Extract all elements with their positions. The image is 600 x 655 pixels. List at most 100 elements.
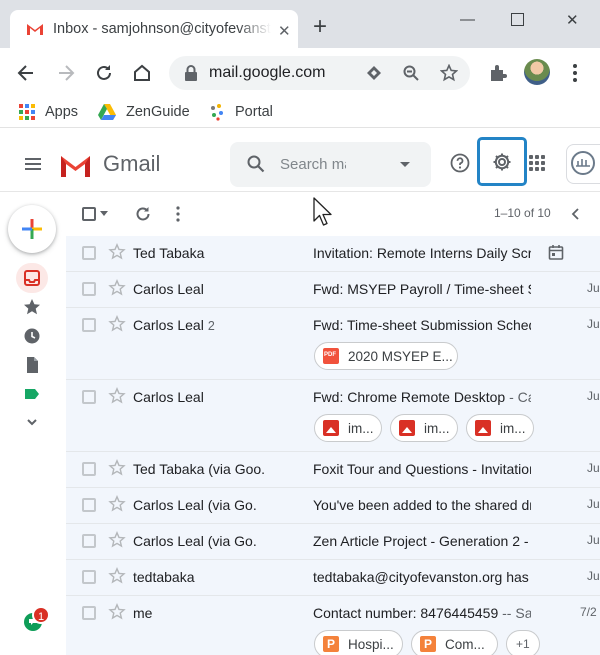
help-icon[interactable] (450, 153, 470, 173)
apps-grid-icon (19, 104, 35, 120)
sender-name: Carlos Leal (via Go. (133, 533, 257, 549)
mail-row[interactable]: Carlos Leal Fwd: Chrome Remote Desktop -… (66, 380, 600, 452)
minimize-icon[interactable]: — (460, 11, 475, 28)
snoozed-clock-icon[interactable] (22, 326, 42, 346)
nav-inbox[interactable] (16, 263, 48, 293)
mail-row[interactable]: Carlos Leal (via Go. Zen Article Project… (66, 524, 600, 560)
organization-logo[interactable] (566, 144, 600, 184)
forward-arrow-icon[interactable] (55, 62, 77, 84)
gmail-header: Gmail (0, 134, 600, 192)
mail-row[interactable]: Ted Tabaka Invitation: Remote Interns Da… (66, 236, 600, 272)
row-checkbox[interactable] (82, 498, 96, 512)
zoom-icon[interactable] (402, 64, 420, 82)
row-checkbox[interactable] (82, 534, 96, 548)
row-checkbox[interactable] (82, 390, 96, 404)
compose-plus-icon (22, 219, 42, 239)
bookmark-zenguide[interactable]: ZenGuide (97, 103, 190, 121)
bookmark-portal[interactable]: Portal (208, 103, 273, 121)
select-all-checkbox[interactable] (82, 207, 96, 221)
mail-row[interactable]: Carlos Leal (via Go. You've been added t… (66, 488, 600, 524)
star-icon[interactable] (108, 387, 126, 405)
subject-line: Zen Article Project - Generation 2 - In (313, 533, 531, 549)
refresh-icon[interactable] (134, 205, 152, 223)
older-chevron-left-icon[interactable] (571, 208, 581, 220)
mail-row[interactable]: me Contact number: 8476445459 -- Sam 7/2… (66, 596, 600, 655)
more-chevron-down-icon[interactable] (22, 412, 42, 432)
mail-list-toolbar: 1–10 of 10 (66, 192, 600, 236)
star-icon[interactable] (108, 495, 126, 513)
window-close-icon[interactable]: ✕ (566, 11, 579, 29)
mail-date: Ju (587, 281, 600, 295)
star-icon[interactable] (108, 459, 126, 477)
row-checkbox[interactable] (82, 606, 96, 620)
mail-row[interactable]: Carlos Leal 2 Fwd: Time-sheet Submission … (66, 308, 600, 380)
star-icon[interactable] (108, 603, 126, 621)
label-tag-icon[interactable] (22, 384, 42, 404)
address-bar[interactable]: mail.google.com (169, 56, 470, 90)
sender-name: Carlos Leal 2 (133, 317, 303, 333)
profile-avatar[interactable] (524, 59, 550, 85)
attachment-chips: 2020 MSYEP E... (314, 342, 458, 370)
row-checkbox[interactable] (82, 570, 96, 584)
bookmark-star-icon[interactable] (440, 64, 458, 82)
reload-icon[interactable] (93, 62, 115, 84)
row-checkbox[interactable] (82, 462, 96, 476)
subject-line: Fwd: MSYEP Payroll / Time-sheet Submissi… (313, 281, 531, 297)
new-tab-button[interactable]: + (313, 15, 327, 39)
more-options-icon[interactable] (175, 205, 181, 223)
gmail-logo-icon[interactable] (59, 153, 92, 178)
search-input[interactable] (280, 152, 346, 176)
subject-line: tedtabaka@cityofevanston.org has shared (313, 569, 531, 585)
calendar-icon[interactable] (548, 244, 564, 260)
search-options-caret-icon[interactable] (400, 162, 410, 167)
attachment-name: Com... (445, 636, 485, 652)
star-icon[interactable] (108, 279, 126, 297)
maximize-icon[interactable] (511, 13, 524, 26)
subject-line: Fwd: Chrome Remote Desktop - Carlos (313, 389, 531, 405)
row-checkbox[interactable] (82, 282, 96, 296)
mail-row[interactable]: tedtabaka tedtabaka@cityofevanston.org h… (66, 560, 600, 596)
more-attachments-chip[interactable]: +1 (506, 630, 540, 655)
star-icon[interactable] (108, 243, 126, 261)
lock-icon[interactable] (182, 64, 200, 82)
search-icon[interactable] (246, 154, 266, 174)
back-arrow-icon[interactable] (15, 62, 37, 84)
subject-text: Zen Article Project - Generation 2 - In (313, 533, 531, 549)
site-info-icon[interactable] (365, 64, 383, 82)
main-menu-icon[interactable] (25, 158, 41, 170)
tab-close-icon[interactable]: ✕ (278, 22, 291, 40)
settings-button[interactable] (477, 137, 527, 186)
mail-date: Ju (587, 389, 600, 403)
starred-icon[interactable] (22, 297, 42, 317)
extensions-puzzle-icon[interactable] (487, 62, 509, 84)
bookmark-apps[interactable]: Apps (18, 103, 78, 121)
url-text[interactable]: mail.google.com (209, 64, 326, 82)
attachment-chip[interactable]: Hospi... (314, 630, 403, 655)
google-apps-icon[interactable] (529, 155, 545, 171)
snippet-text: - Carlos (509, 389, 531, 405)
bookmark-label: Portal (235, 104, 273, 120)
bookmark-label: Apps (45, 104, 79, 120)
drafts-file-icon[interactable] (22, 355, 42, 375)
select-dropdown-caret-icon[interactable] (100, 211, 108, 217)
attachment-chip[interactable]: im... (314, 414, 382, 442)
compose-button[interactable] (8, 205, 56, 253)
star-icon[interactable] (108, 531, 126, 549)
attachment-chip[interactable]: im... (466, 414, 534, 442)
row-checkbox[interactable] (82, 318, 96, 332)
sender-name: me (133, 605, 153, 621)
mail-date: Ju (587, 317, 600, 331)
browser-menu-icon[interactable] (564, 62, 586, 84)
browser-tab[interactable]: Inbox - samjohnson@cityofevanston.org ✕ (10, 10, 298, 48)
mail-row[interactable]: Ted Tabaka (via Goo. Foxit Tour and Ques… (66, 452, 600, 488)
home-icon[interactable] (131, 62, 153, 84)
attachment-chips: Hospi... Com... +1 (314, 630, 540, 655)
mail-row[interactable]: Carlos Leal Fwd: MSYEP Payroll / Time-sh… (66, 272, 600, 308)
row-checkbox[interactable] (82, 246, 96, 260)
attachment-chip[interactable]: 2020 MSYEP E... (314, 342, 458, 370)
attachment-chip[interactable]: Com... (411, 630, 498, 655)
star-icon[interactable] (108, 567, 126, 585)
star-icon[interactable] (108, 315, 126, 333)
attachment-chip[interactable]: im... (390, 414, 458, 442)
browser-tab-strip: Inbox - samjohnson@cityofevanston.org ✕ … (0, 0, 600, 48)
